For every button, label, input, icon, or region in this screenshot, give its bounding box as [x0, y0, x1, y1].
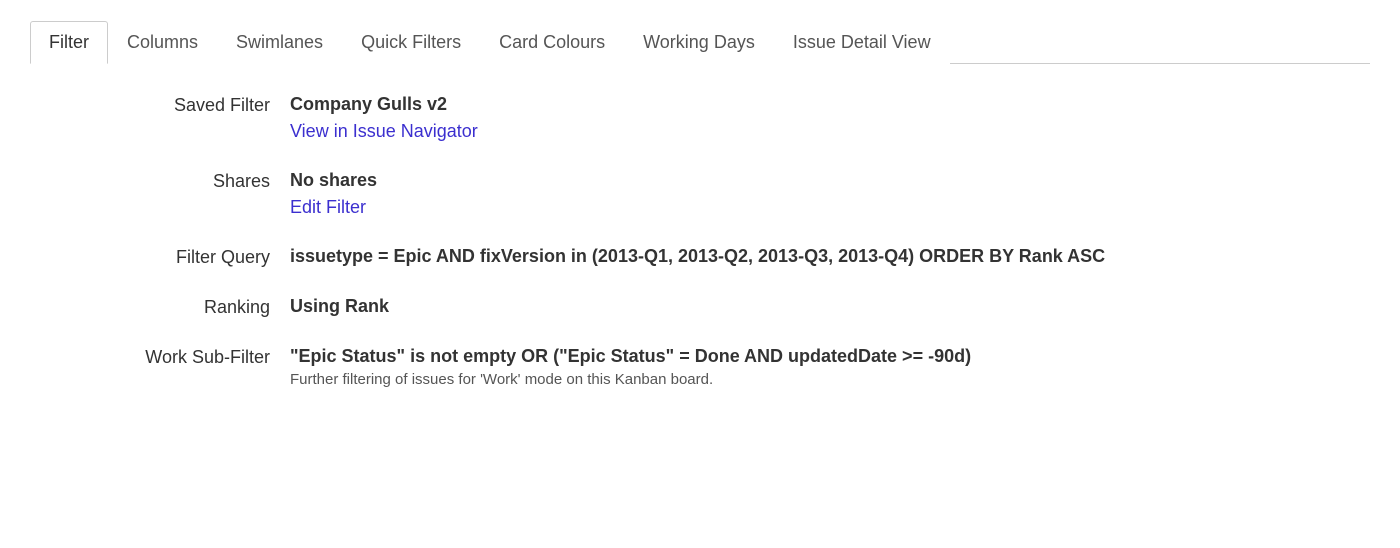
tab-filter[interactable]: Filter — [30, 21, 108, 64]
shares-label: Shares — [50, 170, 290, 192]
ranking-label: Ranking — [50, 296, 290, 318]
filter-query-value: issuetype = Epic AND fixVersion in (2013… — [290, 246, 1350, 267]
tab-card-colours[interactable]: Card Colours — [480, 21, 624, 64]
filter-tab-content: Saved Filter Company Gulls v2 View in Is… — [30, 64, 1370, 402]
ranking-value: Using Rank — [290, 296, 1350, 317]
saved-filter-value: Company Gulls v2 — [290, 94, 1350, 115]
tab-working-days[interactable]: Working Days — [624, 21, 774, 64]
work-sub-filter-value: "Epic Status" is not empty OR ("Epic Sta… — [290, 346, 1350, 367]
tab-swimlanes[interactable]: Swimlanes — [217, 21, 342, 64]
filter-query-label: Filter Query — [50, 246, 290, 268]
view-in-issue-navigator-link[interactable]: View in Issue Navigator — [290, 121, 478, 142]
tab-quick-filters[interactable]: Quick Filters — [342, 21, 480, 64]
work-sub-filter-label: Work Sub-Filter — [50, 346, 290, 368]
tab-columns[interactable]: Columns — [108, 21, 217, 64]
saved-filter-label: Saved Filter — [50, 94, 290, 116]
shares-value: No shares — [290, 170, 1350, 191]
tab-issue-detail-view[interactable]: Issue Detail View — [774, 21, 950, 64]
edit-filter-link[interactable]: Edit Filter — [290, 197, 366, 218]
work-sub-filter-helper: Further filtering of issues for 'Work' m… — [290, 371, 1350, 388]
board-config-tabs: Filter Columns Swimlanes Quick Filters C… — [30, 20, 1370, 64]
